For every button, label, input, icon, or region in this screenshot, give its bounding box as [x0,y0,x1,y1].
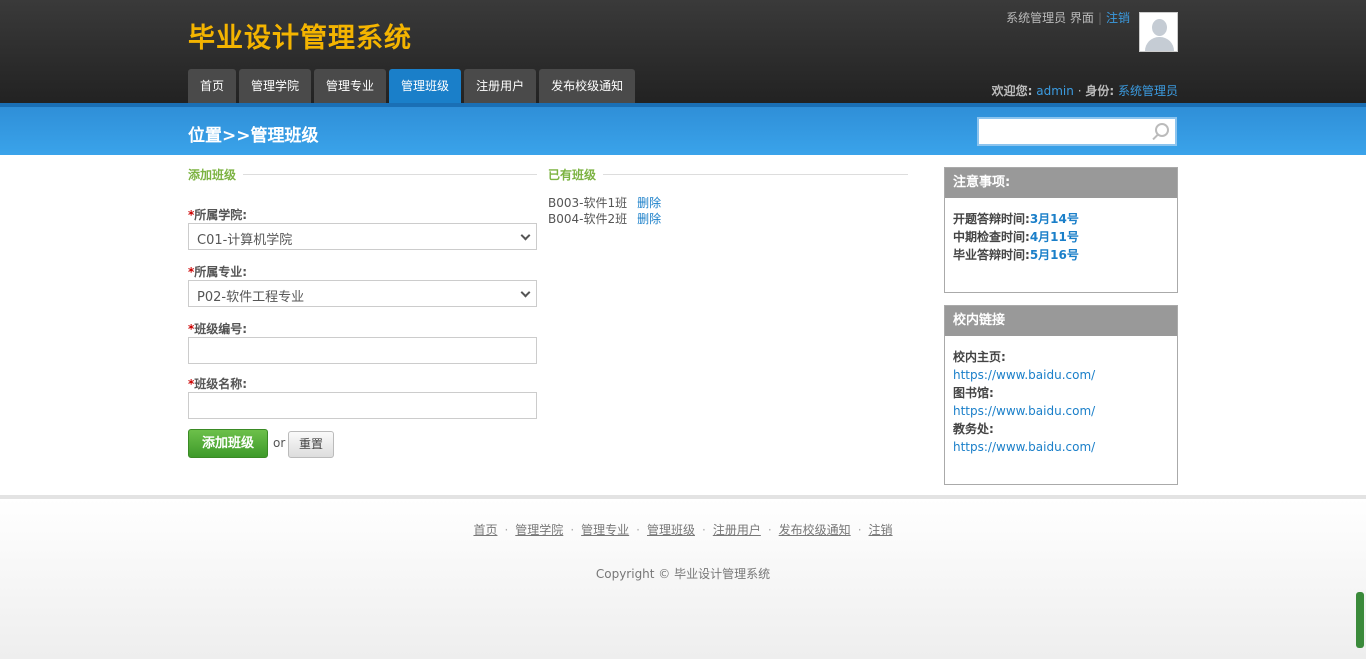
links-box: 校内链接 校内主页: https://www.baidu.com/ 图书馆: h… [944,305,1178,485]
college-label-text: 所属学院: [194,208,248,222]
links-box-body: 校内主页: https://www.baidu.com/ 图书馆: https:… [945,336,1177,468]
college-select-value: C01-计算机学院 [197,233,293,248]
footer-dot: · [570,523,575,537]
nav-publish-notice[interactable]: 发布校级通知 [539,69,636,103]
footer-link-college[interactable]: 管理学院 [515,523,563,537]
college-label: *所属学院: [188,206,247,223]
footer-link-logout[interactable]: 注销 [869,523,893,537]
divider [603,174,908,175]
reset-button[interactable]: 重置 [288,431,334,458]
page-footer: 首页 · 管理学院 · 管理专业 · 管理班级 · 注册用户 · 发布校级通知 · 注销 Copyrig… [0,495,1366,659]
role-label: 身份: [1085,84,1115,98]
college-select[interactable]: C01-计算机学院 [188,223,537,250]
search-input[interactable] [977,117,1177,146]
footer-dot: · [767,523,772,537]
username-link[interactable]: admin [1036,84,1074,98]
delete-link[interactable]: 删除 [637,212,661,226]
notice-label: 开题答辩时间: [953,212,1030,226]
major-label: *所属专业: [188,263,247,280]
role-text: 系统管理员 [1006,11,1067,25]
class-name: B004-软件2班 [548,212,628,226]
welcome-info: 欢迎您: admin · 身份: 系统管理员 [992,82,1178,99]
notice-item: 开题答辩时间:3月14号 [953,210,1169,228]
chevron-down-icon [520,287,531,298]
copyright: Copyright © 毕业设计管理系统 [595,567,771,581]
notice-item: 中期检查时间:4月11号 [953,228,1169,246]
class-name-label: *班级名称: [188,375,247,392]
notice-box-title: 注意事项: [945,168,1177,198]
footer-link-notice[interactable]: 发布校级通知 [779,523,851,537]
footer-link-home[interactable]: 首页 [473,523,497,537]
existing-section-title: 已有班级 [548,168,597,182]
search-icon[interactable] [1155,123,1169,137]
major-select[interactable]: P02-软件工程专业 [188,280,537,307]
interface-text: 界面 [1069,11,1094,25]
class-list-item: B003-软件1班 删除 [548,194,661,211]
class-list-item: B004-软件2班 删除 [548,210,661,227]
major-label-text: 所属专业: [194,265,248,279]
nav-manage-major[interactable]: 管理专业 [314,69,387,103]
footer-dot: · [702,523,706,537]
delete-link[interactable]: 删除 [637,196,661,210]
avatar-body [1145,37,1174,51]
footer-links: 首页 · 管理学院 · 管理专业 · 管理班级 · 注册用户 · 发布校级通知 · 注销 [0,521,1366,538]
page-header: 毕业设计管理系统 系统管理员 界面 | 注销 首页 管理学院 管理专业 管理班级 注… [0,0,1366,103]
campus-home-link[interactable]: https://www.baidu.com/ [953,368,1095,382]
notice-box: 注意事项: 开题答辩时间:3月14号 中期检查时间:4月11号 毕业答辩时间:5… [944,167,1178,293]
footer-link-register[interactable]: 注册用户 [713,523,761,537]
avatar[interactable] [1139,12,1178,52]
nav-register-user[interactable]: 注册用户 [464,69,537,103]
class-name-label-text: 班级名称: [194,377,248,391]
footer-link-class[interactable]: 管理班级 [647,523,695,537]
notice-value: 3月14号 [1029,212,1079,226]
breadcrumb-bar: 位置>>管理班级 [0,103,1366,155]
footer-link-major[interactable]: 管理专业 [581,523,629,537]
nav-home[interactable]: 首页 [188,69,237,103]
notice-value: 5月16号 [1029,248,1079,262]
notice-item: 毕业答辩时间:5月16号 [953,246,1169,264]
nav-manage-class[interactable]: 管理班级 [389,69,462,103]
nav-manage-college[interactable]: 管理学院 [239,69,312,103]
notice-label: 毕业答辩时间: [953,248,1030,262]
top-links: 系统管理员 界面 | 注销 [1006,9,1130,26]
class-no-label-text: 班级编号: [194,322,248,336]
welcome-label: 欢迎您: [991,84,1033,98]
notice-label: 中期检查时间: [953,230,1030,244]
footer-dot: · [857,523,862,537]
class-name: B003-软件1班 [548,196,628,210]
footer-dot: · [636,523,640,537]
or-text: or [273,436,286,450]
separator: | [1097,11,1102,25]
divider [243,174,537,175]
link-label: 校内主页: [953,350,1006,364]
major-select-value: P02-软件工程专业 [197,290,305,305]
chevron-down-icon [520,230,531,241]
link-label: 图书馆: [953,386,994,400]
site-title: 毕业设计管理系统 [188,23,412,54]
class-no-label: *班级编号: [188,320,247,337]
notice-box-body: 开题答辩时间:3月14号 中期检查时间:4月11号 毕业答辩时间:5月16号 [945,198,1177,276]
link-label: 教务处: [953,422,994,436]
main-nav: 首页 管理学院 管理专业 管理班级 注册用户 发布校级通知 [188,69,636,103]
notice-value: 4月11号 [1029,230,1079,244]
academic-affairs-link[interactable]: https://www.baidu.com/ [953,440,1095,454]
class-no-input[interactable] [188,337,537,364]
logout-link[interactable]: 注销 [1106,11,1130,25]
breadcrumb: 位置>>管理班级 [188,126,319,146]
scrollbar[interactable] [1356,592,1364,648]
welcome-sep: · [1077,84,1082,98]
avatar-head [1152,19,1167,36]
footer-dot: · [504,523,509,537]
add-section-title: 添加班级 [188,168,237,182]
class-name-input[interactable] [188,392,537,419]
role-link[interactable]: 系统管理员 [1118,84,1178,98]
library-link[interactable]: https://www.baidu.com/ [953,404,1095,418]
links-box-title: 校内链接 [945,306,1177,336]
add-class-button[interactable]: 添加班级 [188,429,268,458]
